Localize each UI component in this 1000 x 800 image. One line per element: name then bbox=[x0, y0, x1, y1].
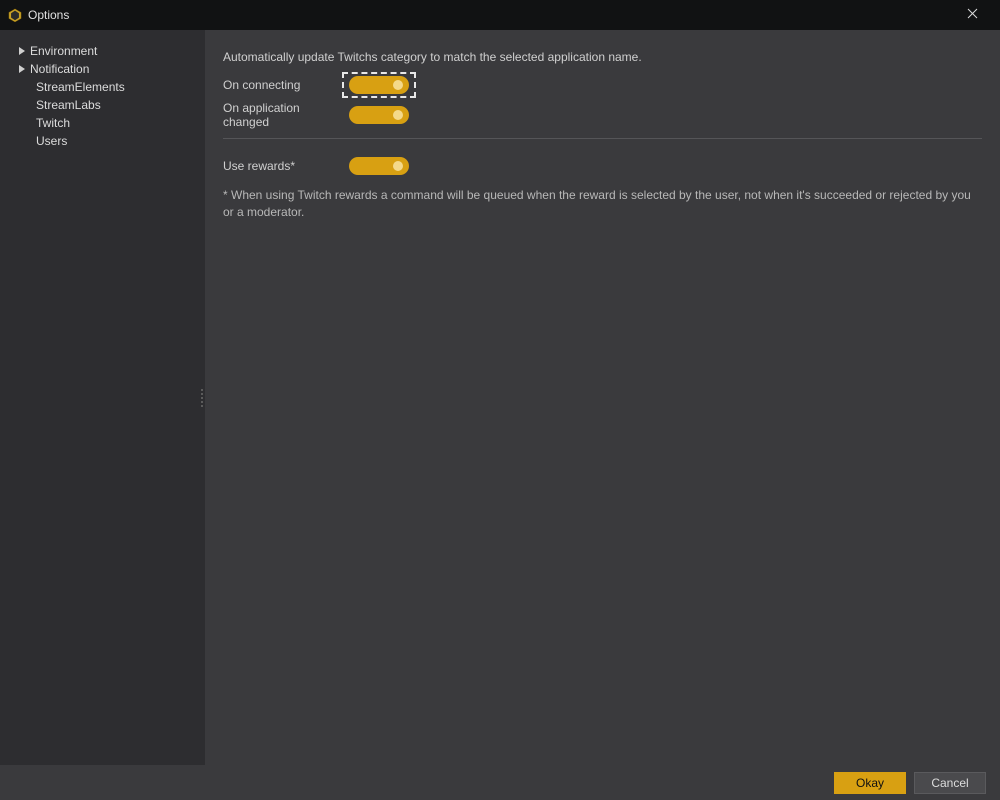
sidebar-item-label: StreamLabs bbox=[36, 98, 101, 112]
sidebar-item-twitch[interactable]: Twitch bbox=[6, 114, 199, 132]
titlebar-left: Options bbox=[8, 8, 69, 22]
toggle-on-connecting[interactable] bbox=[349, 76, 409, 94]
chevron-right-icon bbox=[18, 65, 26, 73]
window-title: Options bbox=[28, 8, 69, 22]
toggle-knob bbox=[393, 80, 403, 90]
sidebar: Environment Notification StreamElements … bbox=[0, 30, 205, 765]
footnote: * When using Twitch rewards a command wi… bbox=[223, 187, 982, 221]
toggle-knob bbox=[393, 110, 403, 120]
content-pane: Automatically update Twitchs category to… bbox=[205, 30, 1000, 765]
toggle-wrap bbox=[343, 103, 415, 127]
sidebar-item-notification[interactable]: Notification bbox=[6, 60, 199, 78]
row-use-rewards: Use rewards* bbox=[223, 153, 982, 179]
row-label: Use rewards* bbox=[223, 159, 343, 173]
sidebar-item-streamlabs[interactable]: StreamLabs bbox=[6, 96, 199, 114]
sidebar-item-streamelements[interactable]: StreamElements bbox=[6, 78, 199, 96]
close-button[interactable] bbox=[952, 0, 992, 30]
chevron-right-icon bbox=[18, 47, 26, 55]
row-on-connecting: On connecting bbox=[223, 72, 982, 98]
divider bbox=[223, 138, 982, 139]
toggle-use-rewards[interactable] bbox=[349, 157, 409, 175]
titlebar: Options bbox=[0, 0, 1000, 30]
body: Environment Notification StreamElements … bbox=[0, 30, 1000, 765]
row-label: On connecting bbox=[223, 78, 343, 92]
toggle-on-connecting-highlight bbox=[343, 73, 415, 97]
toggle-wrap bbox=[343, 154, 415, 178]
cancel-button[interactable]: Cancel bbox=[914, 772, 986, 794]
sidebar-item-label: StreamElements bbox=[36, 80, 125, 94]
row-on-application-changed: On application changed bbox=[223, 102, 982, 128]
footer: Okay Cancel bbox=[0, 765, 1000, 800]
sidebar-item-label: Environment bbox=[30, 44, 97, 58]
sidebar-item-label: Twitch bbox=[36, 116, 70, 130]
section-description: Automatically update Twitchs category to… bbox=[223, 50, 982, 64]
row-label: On application changed bbox=[223, 101, 343, 129]
okay-button[interactable]: Okay bbox=[834, 772, 906, 794]
sidebar-item-label: Users bbox=[36, 134, 67, 148]
close-icon bbox=[967, 8, 978, 22]
sidebar-item-environment[interactable]: Environment bbox=[6, 42, 199, 60]
sidebar-item-users[interactable]: Users bbox=[6, 132, 199, 150]
toggle-knob bbox=[393, 161, 403, 171]
sidebar-item-label: Notification bbox=[30, 62, 89, 76]
app-icon bbox=[8, 8, 22, 22]
toggle-on-application-changed[interactable] bbox=[349, 106, 409, 124]
